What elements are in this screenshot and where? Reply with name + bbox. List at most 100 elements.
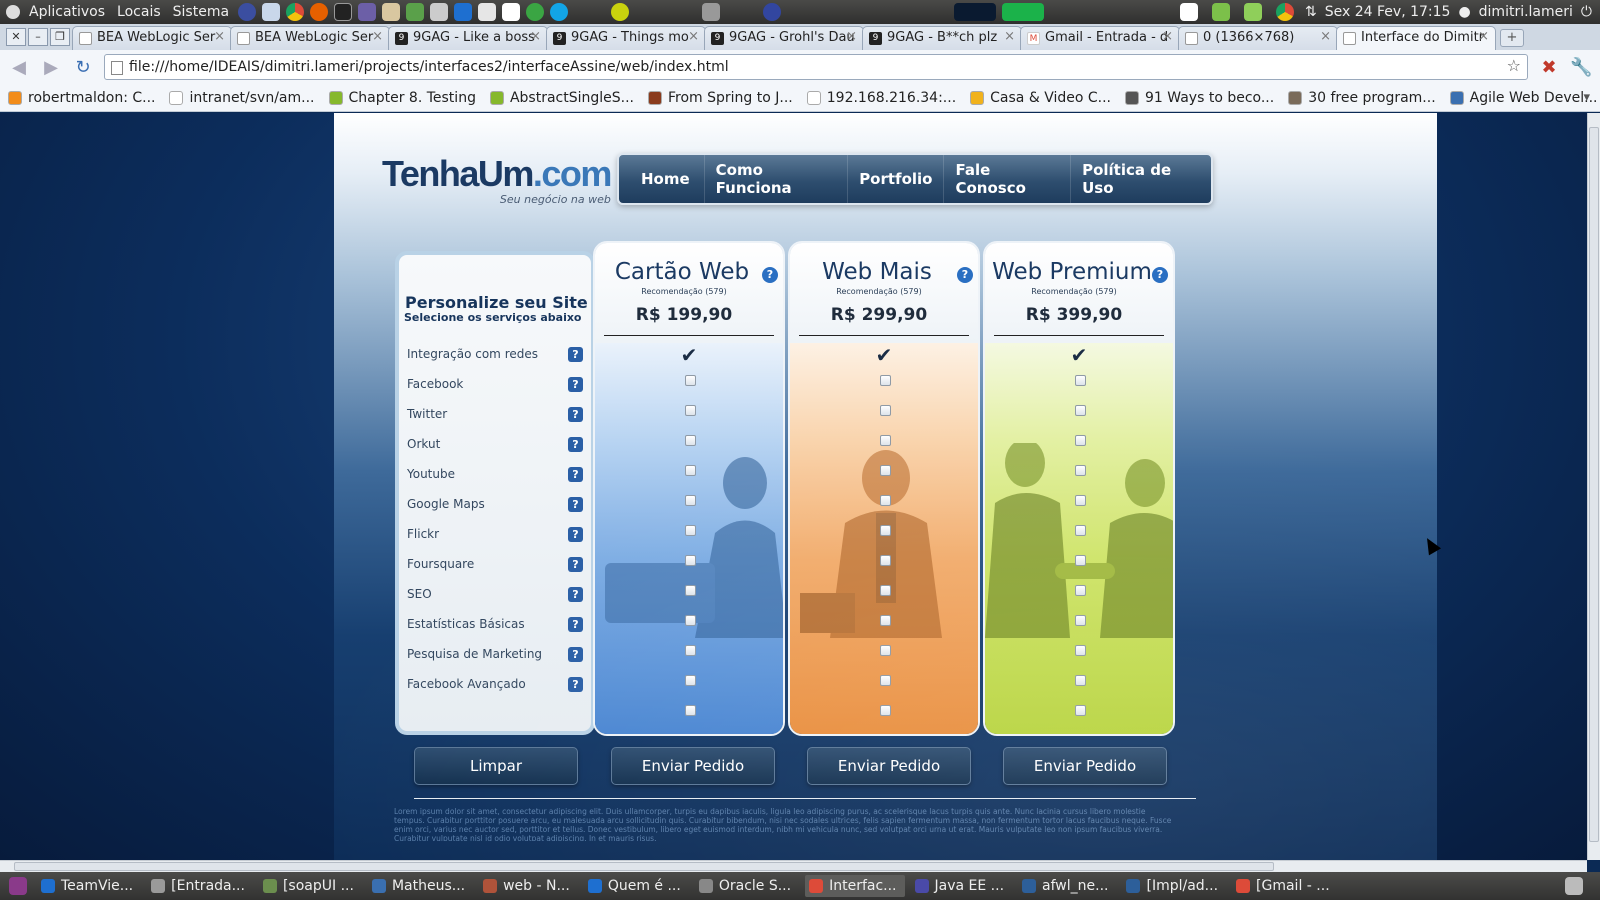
help-icon[interactable]: ? [568, 526, 583, 542]
globe-launcher-icon[interactable] [763, 3, 782, 21]
feature-checkbox[interactable] [880, 555, 891, 566]
horizontal-scroll-thumb[interactable] [14, 862, 1274, 871]
help-icon[interactable]: ? [568, 466, 583, 482]
feature-checkbox[interactable] [1075, 555, 1086, 566]
feature-checkbox[interactable] [1075, 615, 1086, 626]
system-menu[interactable]: Sistema [167, 4, 235, 20]
taskbar-item[interactable]: Oracle S... [695, 875, 799, 897]
feature-checkbox[interactable] [880, 615, 891, 626]
places-menu[interactable]: Locais [111, 4, 167, 20]
browser-tab[interactable]: 9 9GAG - Like a boss × [388, 26, 548, 50]
feature-checkbox[interactable] [1075, 465, 1086, 476]
taskbar-item[interactable]: [Impl/ad... [1122, 875, 1226, 897]
bookmark-item[interactable]: robertmaldon: C... [8, 90, 155, 106]
gnome-foot-icon[interactable] [6, 5, 20, 19]
close-tab-icon[interactable]: × [1162, 29, 1173, 44]
clock[interactable]: Sex 24 Fev, 17:15 [1325, 4, 1451, 20]
horizontal-scrollbar[interactable] [0, 860, 1587, 872]
window-minimize-button[interactable]: – [28, 28, 48, 46]
vertical-scrollbar[interactable] [1587, 113, 1600, 860]
close-tab-icon[interactable]: × [688, 29, 699, 44]
yellow-launcher-icon[interactable] [611, 3, 630, 21]
new-tab-button[interactable]: + [1500, 29, 1524, 47]
eclipse-launcher-icon[interactable] [238, 3, 257, 21]
network-arrows-icon[interactable]: ⇅ [1305, 4, 1317, 20]
help-icon[interactable]: ? [568, 586, 583, 602]
feature-checkbox[interactable] [685, 555, 696, 566]
browser-tab[interactable]: BEA WebLogic Ser × [72, 26, 232, 50]
taskbar-item[interactable]: web - N... [479, 875, 578, 897]
bookmark-item[interactable]: Chapter 8. Testing [328, 90, 476, 106]
bookmark-item[interactable]: From Spring to J... [648, 90, 793, 106]
plan-recommendation[interactable]: Recomendação (579) [790, 287, 978, 296]
wordpress-launcher-icon[interactable] [502, 3, 521, 21]
nav-fale-conosco[interactable]: Fale Conosco [944, 155, 1072, 203]
reload-icon[interactable]: ↻ [72, 57, 94, 78]
taskbar-item[interactable]: [soapUI ... [259, 875, 362, 897]
window-close-button[interactable]: ✕ [6, 28, 26, 46]
calculator-launcher-icon[interactable] [430, 3, 449, 21]
feature-checkbox[interactable] [880, 495, 891, 506]
browser-tab-active[interactable]: Interface do Dimitr × [1336, 26, 1496, 50]
chat-tray-icon[interactable] [1212, 3, 1231, 21]
feature-checkbox[interactable] [880, 675, 891, 686]
feature-checkbox[interactable] [880, 405, 891, 416]
cube-launcher-icon[interactable] [262, 3, 281, 21]
feature-checkbox[interactable] [685, 525, 696, 536]
pidgin-launcher-icon[interactable] [358, 3, 377, 21]
nav-home[interactable]: Home [619, 155, 705, 203]
taskbar-item[interactable]: Quem é ... [584, 875, 689, 897]
window-restore-button[interactable]: ❐ [50, 28, 70, 46]
applications-menu[interactable]: Aplicativos [23, 4, 111, 20]
taskbar-item[interactable]: [Entrada... [147, 875, 253, 897]
feature-checkbox[interactable] [685, 465, 696, 476]
feature-checkbox[interactable] [685, 495, 696, 506]
extension-icon[interactable]: ✖ [1538, 57, 1560, 78]
feature-checkbox[interactable] [1075, 405, 1086, 416]
tray-app-icon[interactable] [1180, 3, 1199, 21]
plan-recommendation[interactable]: Recomendação (579) [595, 287, 783, 296]
nav-como-funciona[interactable]: Como Funciona [705, 155, 849, 203]
terminal-launcher-icon[interactable] [334, 3, 353, 21]
mail-launcher-icon[interactable] [478, 3, 497, 21]
screenshot-launcher-icon[interactable] [702, 3, 721, 21]
send-order-button-web-premium[interactable]: Enviar Pedido [1003, 747, 1167, 785]
feature-checkbox[interactable] [880, 375, 891, 386]
browser-tab[interactable]: 9 9GAG - Grohl's Dau × [704, 26, 864, 50]
bookmark-item[interactable]: intranet/svn/am... [169, 90, 315, 106]
nav-politica-de-uso[interactable]: Política de Uso [1071, 155, 1211, 203]
help-icon[interactable]: ? [568, 556, 583, 572]
feature-checkbox[interactable] [685, 675, 696, 686]
bookmark-star-icon[interactable]: ☆ [1507, 56, 1521, 75]
close-tab-icon[interactable]: × [1320, 29, 1331, 44]
feature-checkbox[interactable] [880, 435, 891, 446]
chrome-tray-icon[interactable] [1276, 3, 1295, 21]
taskbar-item[interactable]: Interfac... [805, 875, 905, 897]
bookmark-item[interactable]: Agile Web Devel... [1449, 90, 1597, 106]
bookmark-item[interactable]: 91 Ways to beco... [1125, 90, 1274, 106]
site-logo[interactable]: TenhaUm.com Seu negócio na web [382, 153, 612, 206]
browser-tab[interactable]: 9 9GAG - Things mo × [546, 26, 706, 50]
browser-tab[interactable]: M Gmail - Entrada - d × [1020, 26, 1180, 50]
help-icon[interactable]: ? [568, 646, 583, 662]
feature-checkbox[interactable] [1075, 495, 1086, 506]
show-desktop-icon[interactable] [9, 877, 27, 895]
feature-checkbox[interactable] [1075, 645, 1086, 656]
feature-checkbox[interactable] [1075, 525, 1086, 536]
plan-help-icon[interactable]: ? [762, 267, 778, 283]
spreadsheet-launcher-icon[interactable] [406, 3, 425, 21]
feature-checkbox[interactable] [1075, 675, 1086, 686]
feature-checkbox[interactable] [1075, 435, 1086, 446]
taskbar-item[interactable]: afwl_ne... [1018, 875, 1116, 897]
feature-checkbox[interactable] [880, 525, 891, 536]
feature-checkbox[interactable] [1075, 585, 1086, 596]
close-tab-icon[interactable]: × [1004, 29, 1015, 44]
feature-checkbox[interactable] [880, 645, 891, 656]
help-icon[interactable]: ? [568, 406, 583, 422]
browser-tab[interactable]: BEA WebLogic Ser × [230, 26, 390, 50]
skype-launcher-icon[interactable] [550, 3, 569, 21]
bookmarks-overflow-icon[interactable]: ▾ [1583, 90, 1590, 105]
feature-checkbox[interactable] [685, 705, 696, 716]
chrome-launcher-icon[interactable] [286, 3, 305, 21]
vertical-scroll-thumb[interactable] [1589, 127, 1599, 842]
